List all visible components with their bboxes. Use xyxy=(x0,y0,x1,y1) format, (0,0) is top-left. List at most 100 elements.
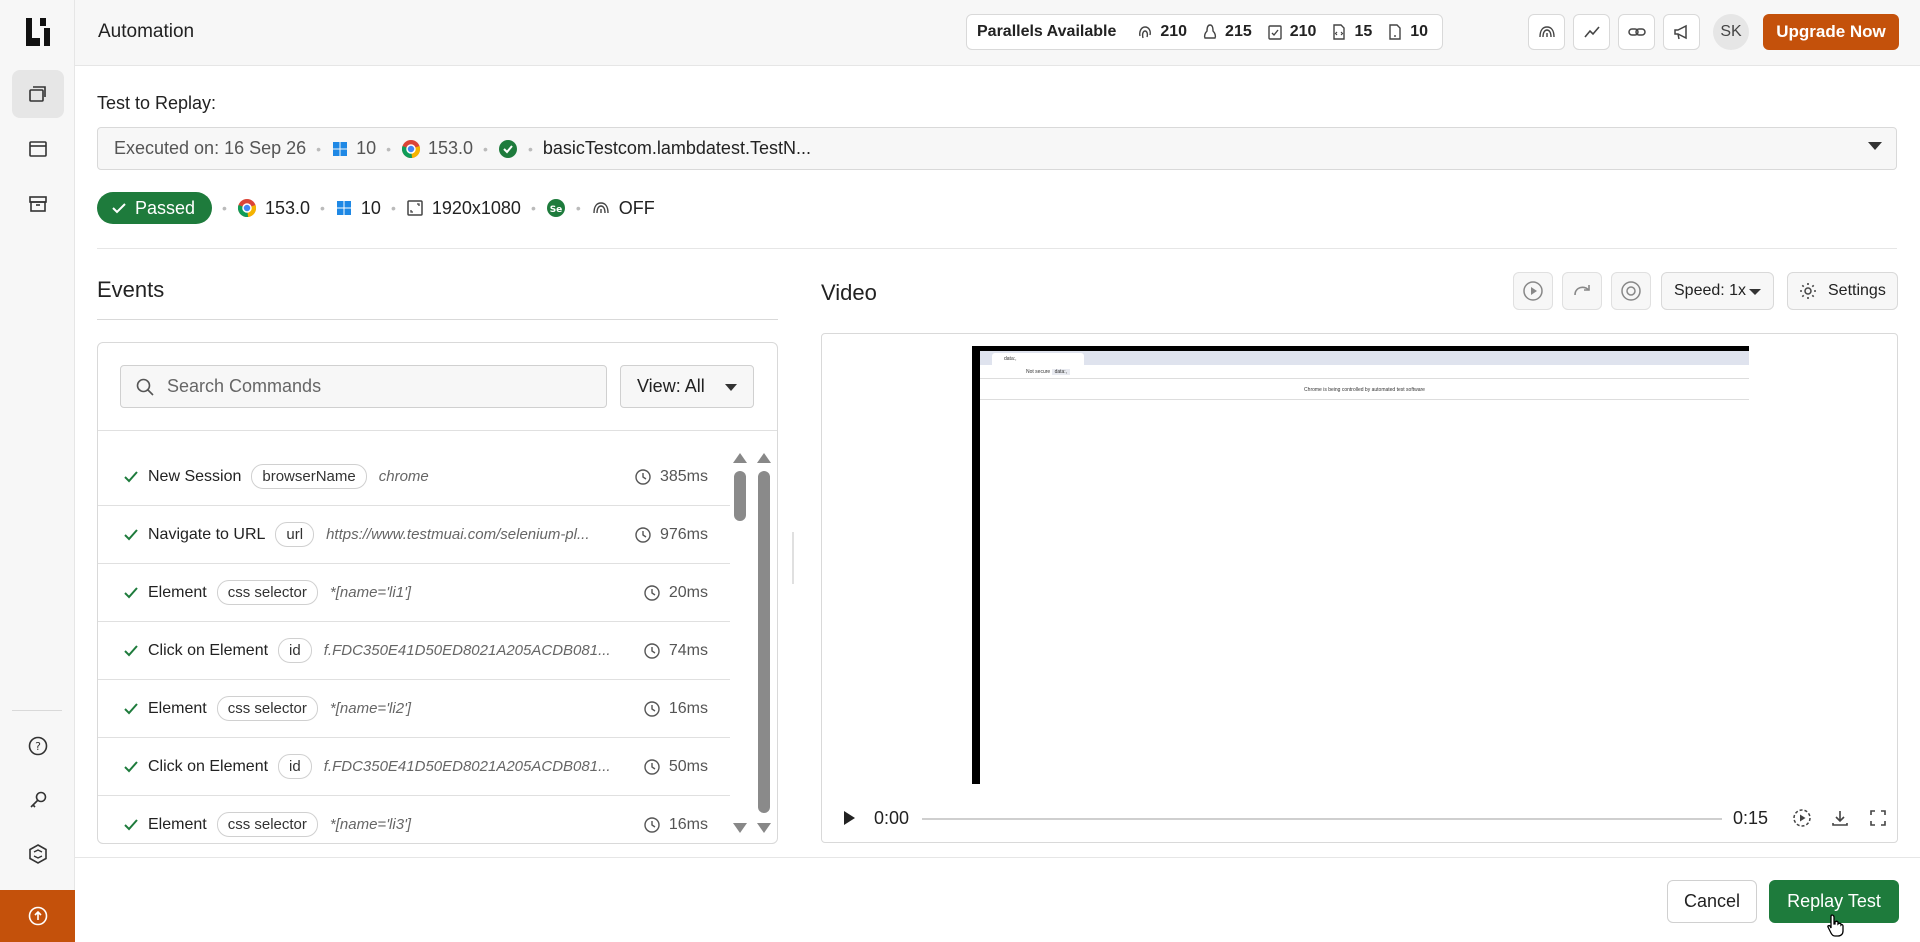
parallel-linux: 215 xyxy=(1201,23,1252,41)
sidebar-item-integrations[interactable] xyxy=(12,830,64,878)
resolution-icon xyxy=(407,200,423,216)
meta-tunnel-status: OFF xyxy=(618,197,655,218)
sidebar-upgrade-button[interactable] xyxy=(0,890,75,942)
event-argument: f.FDC350E41D50ED8021A205ACDB081... xyxy=(323,642,611,659)
event-row[interactable]: Element css selector *[name='li2'] 16ms xyxy=(98,680,730,738)
chrome-icon xyxy=(237,199,256,218)
playback-speed-icon xyxy=(1793,809,1811,827)
announcements-button[interactable] xyxy=(1663,14,1700,50)
event-command: Element xyxy=(148,583,207,601)
event-tag: url xyxy=(275,522,315,547)
recorded-browser-address-bar: Not secure data:, xyxy=(980,365,1749,379)
meta-browser-version: 153.0 xyxy=(264,197,310,218)
event-argument: *[name='li3'] xyxy=(329,816,412,833)
video-settings-button[interactable]: Settings xyxy=(1787,272,1898,310)
event-row[interactable]: Click on Element id f.FDC350E41D50ED8021A2… xyxy=(98,738,730,796)
status-text: Passed xyxy=(135,197,196,218)
check-icon xyxy=(112,203,126,214)
separator-dot: • xyxy=(527,140,533,157)
lambdatest-logo[interactable] xyxy=(22,16,54,48)
event-command: Element xyxy=(148,815,207,833)
event-row[interactable]: Element css selector *[name='li1'] 20ms xyxy=(98,564,730,622)
sidebar-item-automation[interactable] xyxy=(12,70,64,118)
event-row[interactable]: New Session browserName chrome 385ms xyxy=(98,448,730,506)
sidebar-item-archive[interactable] xyxy=(12,180,64,228)
events-scrollbar-outer[interactable] xyxy=(753,453,775,833)
fingerprint-icon xyxy=(1139,26,1152,39)
search-input[interactable] xyxy=(167,376,567,397)
test-meta: Passed • 153.0 • 10 • 1920x1080 • Se • O… xyxy=(97,192,655,224)
share-link-button[interactable] xyxy=(1618,14,1655,50)
sidebar: ? xyxy=(0,0,75,942)
sidebar-item-help[interactable]: ? xyxy=(12,722,64,770)
separator-dot: • xyxy=(316,140,322,157)
event-row[interactable]: Click on Element id f.FDC350E41D50ED8021A2… xyxy=(98,622,730,680)
clock-icon xyxy=(644,584,660,601)
event-argument: *[name='li2'] xyxy=(329,700,412,717)
windows-icon xyxy=(336,201,351,215)
scroll-down-icon[interactable] xyxy=(733,823,747,833)
play-icon[interactable] xyxy=(840,809,858,827)
layers-icon xyxy=(29,86,46,102)
event-row[interactable]: Navigate to URL url https://www.testmuai.c… xyxy=(98,506,730,564)
sidebar-item-key[interactable] xyxy=(12,776,64,824)
meta-os-version: 10 xyxy=(360,197,381,218)
trend-line-icon xyxy=(1583,26,1600,38)
event-argument: https://www.testmuai.com/selenium-pl... xyxy=(326,526,590,543)
event-tag: browserName xyxy=(251,464,367,489)
event-duration-value: 20ms xyxy=(668,583,708,601)
status-badge: Passed xyxy=(97,192,213,224)
event-row[interactable]: Element css selector *[name='li3'] 16ms xyxy=(98,796,730,843)
sidebar-item-browser[interactable] xyxy=(12,125,64,173)
video-stop-button[interactable] xyxy=(1611,272,1651,310)
events-list: New Session browserName chrome 385ms Navigat… xyxy=(98,448,730,843)
event-duration: 50ms xyxy=(643,758,708,776)
tunnel-icon xyxy=(593,202,609,214)
events-title: Events xyxy=(97,277,165,302)
event-duration-value: 50ms xyxy=(668,757,708,775)
events-scrollbar[interactable] xyxy=(729,453,751,833)
upgrade-now-button[interactable]: Upgrade Now xyxy=(1763,14,1899,50)
scroll-down-icon[interactable] xyxy=(757,823,771,833)
video-controls: 0:00 0:15 xyxy=(822,794,1897,842)
parallels-available[interactable]: Parallels Available 210 215 210 15 10 xyxy=(966,14,1443,50)
tunnel-button[interactable] xyxy=(1528,14,1565,50)
test-to-replay-select[interactable]: Executed on: 16 Sep 26 • 10 • 153.0 • • … xyxy=(97,127,1897,170)
fullscreen-button[interactable] xyxy=(1866,806,1890,830)
view-filter-dropdown[interactable]: View: All xyxy=(620,365,754,408)
download-button[interactable] xyxy=(1828,806,1852,830)
cancel-button[interactable]: Cancel xyxy=(1667,880,1757,923)
event-argument: f.FDC350E41D50ED8021A205ACDB081... xyxy=(323,758,611,775)
event-command: Click on Element xyxy=(148,757,269,775)
video-current-time: 0:00 xyxy=(874,807,910,828)
check-icon xyxy=(124,528,138,540)
scroll-up-icon[interactable] xyxy=(757,453,771,463)
link-icon xyxy=(1627,28,1646,36)
separator-dot: • xyxy=(320,200,325,216)
key-icon xyxy=(30,791,47,808)
scroll-thumb[interactable] xyxy=(734,471,746,521)
scroll-thumb[interactable] xyxy=(758,471,770,813)
executed-on-text: Executed on: 16 Sep 26 xyxy=(114,138,307,158)
parallel-mobile: 10 xyxy=(1386,23,1428,41)
speed-dropdown[interactable]: Speed: 1x xyxy=(1661,272,1774,310)
scroll-up-icon[interactable] xyxy=(733,453,747,463)
video-redo-button[interactable] xyxy=(1562,272,1602,310)
user-avatar[interactable]: SK xyxy=(1713,14,1749,50)
playback-speed-button[interactable] xyxy=(1790,806,1814,830)
meta-resolution: 1920x1080 xyxy=(406,198,521,219)
analytics-button[interactable] xyxy=(1573,14,1610,50)
megaphone-icon xyxy=(1673,24,1687,40)
video-play-button[interactable] xyxy=(1513,272,1553,310)
events-panel: View: All New Session browserName chrome 38… xyxy=(97,342,778,844)
clock-icon xyxy=(644,758,660,775)
meta-resolution-text: 1920x1080 xyxy=(431,197,521,218)
video-frame[interactable]: data:, Not secure data:, Chrome is being… xyxy=(972,346,1749,784)
browser-version: 153.0 xyxy=(428,138,474,158)
search-commands[interactable] xyxy=(120,365,607,408)
panel-resize-handle[interactable] xyxy=(792,532,794,584)
event-duration: 20ms xyxy=(643,584,708,602)
recorded-browser-tabbar: data:, xyxy=(980,351,1749,365)
video-progress-track[interactable] xyxy=(922,818,1722,820)
svg-text:?: ? xyxy=(35,740,41,753)
